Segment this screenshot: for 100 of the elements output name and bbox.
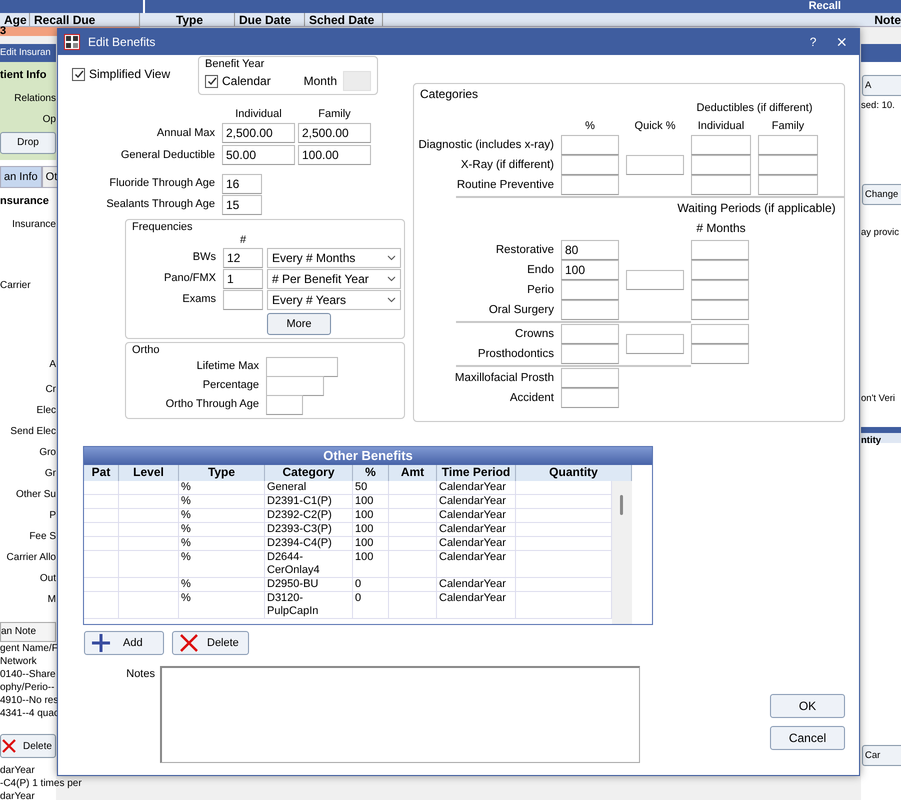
more-button[interactable]: More [267, 313, 331, 335]
field-label: A [48, 358, 56, 372]
close-button[interactable]: × [830, 32, 853, 52]
column-header: Type [145, 13, 235, 26]
add-button[interactable]: Add [84, 631, 164, 655]
empty-cell [389, 551, 437, 578]
empty-cell [119, 551, 179, 578]
empty-cell [119, 523, 179, 537]
group-title: Categories [419, 88, 480, 101]
section-title: Waiting Periods (if applicable) [676, 200, 837, 216]
percent-field[interactable] [561, 388, 619, 408]
count-field[interactable] [223, 290, 263, 310]
empty-cell [119, 578, 179, 592]
percent-field[interactable] [561, 154, 619, 174]
count-field[interactable]: 1 [223, 268, 263, 288]
quick-percent-field[interactable] [626, 270, 684, 290]
delete-button[interactable]: Delete [172, 631, 249, 655]
percent-field[interactable] [561, 134, 619, 154]
amount-field[interactable]: 2,500.00 [222, 123, 295, 143]
deductible-field[interactable] [758, 174, 818, 194]
table-cell: D2392-C2(P) [265, 509, 353, 523]
months-field[interactable] [691, 260, 749, 280]
quick-percent-field[interactable] [626, 334, 684, 354]
table-cell: % [179, 495, 265, 509]
dropdown[interactable]: Every # Years [267, 290, 401, 310]
months-field[interactable] [691, 240, 749, 260]
field-label: BWs [192, 250, 217, 266]
field-label: General Deductible [120, 148, 216, 163]
category-label: Oral Surgery [488, 302, 554, 318]
x-icon [1, 738, 17, 754]
column-header: Individual [696, 118, 746, 134]
column-header: Recall Due [30, 13, 140, 26]
notes-field[interactable] [160, 666, 640, 763]
ortho-field[interactable] [266, 394, 303, 414]
percent-field[interactable] [561, 344, 619, 364]
field-label: Carrier [0, 279, 32, 293]
percent-field[interactable] [561, 280, 619, 300]
field-label: Sealants Through Age [105, 197, 216, 212]
amount-field[interactable]: 100.00 [298, 145, 371, 165]
percent-field[interactable] [561, 174, 619, 194]
count-field[interactable]: 12 [223, 248, 263, 268]
percent-field[interactable]: 100 [561, 260, 619, 280]
field-label: Notes [125, 667, 156, 682]
note-line: Network [0, 655, 37, 668]
table-cell: CalendarYear [437, 509, 516, 523]
months-field[interactable] [691, 280, 749, 300]
dropdown[interactable]: Every # Months [267, 248, 401, 268]
dropdown[interactable]: # Per Benefit Year [267, 268, 401, 288]
deductible-field[interactable] [691, 174, 751, 194]
group-title: Benefit Year [205, 58, 266, 71]
category-label: Endo [526, 262, 554, 278]
ortho-field[interactable] [266, 356, 338, 376]
delete-button[interactable]: Delete [0, 734, 56, 758]
quick-percent-field[interactable] [626, 154, 684, 174]
group-title: Frequencies [132, 221, 194, 234]
ok-button[interactable]: OK [770, 694, 845, 718]
field-label: sed: 10. [861, 99, 896, 113]
checkbox[interactable] [205, 74, 218, 88]
help-button[interactable]: ? [804, 32, 822, 52]
percent-field[interactable]: 80 [561, 240, 619, 260]
table-cell: 100 [353, 523, 389, 537]
empty-cell [389, 481, 437, 495]
table-cell: % [179, 523, 265, 537]
deductible-field[interactable] [758, 154, 818, 174]
button[interactable]: A [862, 75, 901, 96]
months-field[interactable] [691, 300, 749, 320]
empty-cell [84, 578, 119, 592]
table-cell: CalendarYear [437, 495, 516, 509]
button[interactable]: Change [862, 184, 901, 205]
empty-cell [84, 592, 119, 619]
section-heading: nsurance [0, 194, 50, 209]
cancel-button[interactable]: Cancel [770, 726, 845, 750]
scrollbar[interactable] [612, 481, 632, 624]
drop-button[interactable]: Drop [0, 132, 56, 154]
percent-field[interactable] [561, 324, 619, 344]
caret-icon [387, 296, 396, 302]
age-field[interactable]: 16 [222, 174, 262, 194]
category-label: Crowns [514, 326, 554, 342]
field-label: Lifetime Max [196, 359, 260, 374]
table-cell: % [179, 592, 265, 619]
ortho-field[interactable] [266, 376, 324, 396]
amount-field[interactable]: 50.00 [222, 145, 295, 165]
deductible-field[interactable] [691, 134, 751, 154]
checkbox[interactable] [72, 68, 85, 80]
deductible-field[interactable] [691, 154, 751, 174]
field-label: Fluoride Through Age [108, 176, 216, 192]
button[interactable]: Car [862, 745, 901, 766]
percent-field[interactable] [561, 368, 619, 388]
empty-cell [389, 537, 437, 551]
table-cell: CalendarYear [437, 537, 516, 551]
field-label: Gro [38, 446, 56, 460]
months-field[interactable] [691, 324, 749, 344]
deductible-field[interactable] [758, 134, 818, 154]
field-label: Op [42, 113, 56, 127]
amount-field[interactable]: 2,500.00 [298, 123, 371, 143]
column-header: Quantity [516, 465, 632, 481]
age-field[interactable]: 15 [222, 194, 262, 214]
tab[interactable]: an Info [0, 166, 42, 188]
months-field[interactable] [691, 344, 749, 364]
percent-field[interactable] [561, 300, 619, 320]
